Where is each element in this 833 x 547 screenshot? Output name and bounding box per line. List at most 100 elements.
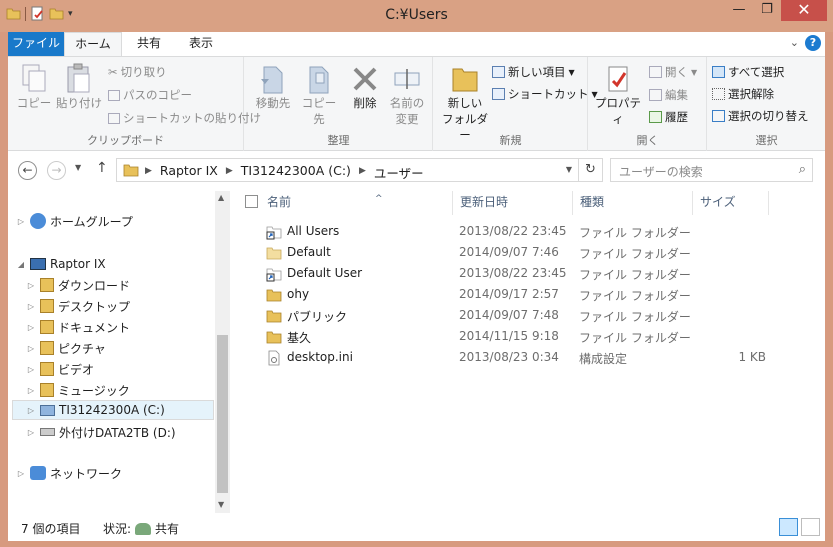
move-to-button[interactable]: 移動先: [251, 63, 295, 111]
nav-item-desktop[interactable]: ▷ デスクトップ: [26, 296, 130, 316]
nav-item-label: 外付けDATA2TB (D:): [59, 425, 176, 440]
column-header-type[interactable]: 種類: [573, 191, 693, 215]
scroll-up-icon[interactable]: ▲: [218, 193, 224, 202]
nav-item-drive-d[interactable]: ▷ 外付けDATA2TB (D:): [26, 422, 176, 442]
address-dropdown-icon[interactable]: ▼: [566, 165, 572, 174]
easy-access-label: ショートカット: [508, 87, 589, 101]
invert-selection-button[interactable]: 選択の切り替え: [712, 108, 809, 124]
chevron-down-icon[interactable]: ⌄: [790, 36, 799, 49]
select-all-checkbox[interactable]: [245, 195, 258, 208]
table-row[interactable]: 基久 2014/11/15 9:18 ファイル フォルダー: [230, 326, 825, 347]
documents-folder-icon: [40, 320, 54, 334]
delete-button[interactable]: 削除: [347, 63, 383, 111]
nav-item-computer[interactable]: ◢ Raptor IX: [16, 254, 106, 274]
file-type: ファイル フォルダー: [579, 289, 691, 303]
breadcrumb-drive[interactable]: TI31242300A (C:): [241, 163, 351, 182]
nav-item-documents[interactable]: ▷ ドキュメント: [26, 317, 130, 337]
properties-icon: [608, 66, 628, 92]
window-title: C:¥Users: [385, 7, 448, 23]
share-status: 状況: 共有: [103, 520, 179, 537]
open-button[interactable]: 開く ▼: [649, 64, 697, 80]
expand-arrow-icon[interactable]: ▷: [16, 469, 26, 478]
expand-arrow-icon[interactable]: ▷: [26, 386, 36, 395]
new-folder-button[interactable]: 新しい フォルダー: [440, 63, 490, 143]
column-header-date[interactable]: 更新日時: [453, 191, 573, 215]
collapse-arrow-icon[interactable]: ◢: [16, 260, 26, 269]
rename-button[interactable]: 名前の 変更: [387, 63, 427, 127]
breadcrumb-separator[interactable]: ▶: [226, 163, 233, 182]
breadcrumb-users[interactable]: ユーザー: [374, 163, 424, 182]
copy-button[interactable]: コピー: [16, 63, 52, 111]
back-button[interactable]: ←: [18, 161, 37, 180]
table-row[interactable]: desktop.ini 2013/08/23 0:34 構成設定 1 KB: [230, 347, 825, 368]
nav-item-pictures[interactable]: ▷ ピクチャ: [26, 338, 106, 358]
nav-item-videos[interactable]: ▷ ビデオ: [26, 359, 94, 379]
edit-icon: [649, 89, 662, 101]
copy-path-button[interactable]: パスのコピー: [108, 87, 192, 103]
breadcrumb-separator[interactable]: ▶: [359, 163, 366, 182]
open-icon: [649, 66, 662, 78]
expand-arrow-icon[interactable]: ▷: [26, 344, 36, 353]
tab-home[interactable]: ホーム: [64, 32, 122, 57]
details-view-icon[interactable]: [779, 518, 798, 536]
tab-view[interactable]: 表示: [178, 32, 224, 56]
new-group: 新しい フォルダー 新しい項目 ▼ ショートカット ▼ 新規: [434, 57, 598, 151]
copy-to-button[interactable]: コピー先: [297, 63, 341, 127]
file-list: 名前 ^ 更新日時 種類 サイズ All Users 2013/08/22 23…: [230, 191, 825, 513]
address-box[interactable]: ▶ Raptor IX ▶ TI31242300A (C:) ▶ ユーザー ▼ …: [116, 158, 603, 182]
scissors-icon: ✂: [108, 65, 118, 79]
column-header-name[interactable]: 名前 ^: [260, 191, 453, 215]
table-row[interactable]: All Users 2013/08/22 23:45 ファイル フォルダー: [230, 221, 825, 242]
search-icon[interactable]: ⌕: [799, 162, 806, 177]
column-header-size[interactable]: サイズ: [693, 191, 769, 215]
expand-arrow-icon[interactable]: ▷: [26, 323, 36, 332]
refresh-icon[interactable]: ↻: [578, 159, 602, 181]
paste-button[interactable]: 貼り付け: [56, 63, 102, 111]
table-row[interactable]: Default User 2013/08/22 23:45 ファイル フォルダー: [230, 263, 825, 284]
properties-button[interactable]: プロパティ: [593, 63, 643, 127]
scroll-down-icon[interactable]: ▼: [218, 500, 224, 509]
nav-item-label: ダウンロード: [58, 278, 131, 293]
forward-button[interactable]: →: [47, 161, 66, 180]
nav-item-network[interactable]: ▷ ネットワーク: [16, 463, 122, 483]
expand-arrow-icon[interactable]: ▷: [26, 281, 36, 290]
large-icons-view-icon[interactable]: [801, 518, 820, 536]
nav-item-music[interactable]: ▷ ミュージック: [26, 380, 130, 400]
select-none-button[interactable]: 選択解除: [712, 86, 774, 102]
close-icon[interactable]: ✕: [781, 0, 827, 21]
recent-locations-icon[interactable]: ▼: [75, 163, 81, 172]
tab-share[interactable]: 共有: [126, 32, 172, 56]
help-icon[interactable]: ?: [805, 35, 821, 51]
table-row[interactable]: Default 2014/09/07 7:46 ファイル フォルダー: [230, 242, 825, 263]
cut-button[interactable]: ✂ 切り取り: [108, 64, 167, 80]
nav-scrollbar[interactable]: ▲ ▼: [215, 191, 230, 513]
shortcut-folder-icon: [266, 226, 282, 240]
expand-arrow-icon[interactable]: ▷: [26, 302, 36, 311]
nav-item-homegroup[interactable]: ▷ ホームグループ: [16, 211, 133, 231]
breadcrumb-computer[interactable]: Raptor IX: [160, 163, 218, 182]
new-item-button[interactable]: 新しい項目 ▼: [492, 64, 575, 80]
easy-access-button[interactable]: ショートカット ▼: [492, 86, 598, 102]
history-button[interactable]: 履歴: [649, 109, 688, 125]
scrollbar-thumb[interactable]: [217, 335, 228, 493]
select-all-button[interactable]: すべて選択: [712, 64, 784, 80]
maximize-icon[interactable]: ❐: [753, 0, 781, 21]
select-none-label: 選択解除: [728, 87, 774, 101]
expand-arrow-icon[interactable]: ▷: [26, 428, 36, 437]
minimize-icon[interactable]: —: [725, 0, 753, 21]
new-item-icon: [492, 66, 505, 78]
expand-arrow-icon[interactable]: ▷: [26, 365, 36, 374]
edit-button[interactable]: 編集: [649, 87, 688, 103]
expand-arrow-icon[interactable]: ▷: [16, 217, 26, 226]
copy-path-icon: [108, 89, 120, 101]
breadcrumb-separator[interactable]: ▶: [145, 163, 152, 182]
paste-shortcut-button[interactable]: ショートカットの貼り付け: [108, 110, 261, 126]
table-row[interactable]: ohy 2014/09/17 2:57 ファイル フォルダー: [230, 284, 825, 305]
search-input[interactable]: ユーザーの検索 ⌕: [610, 158, 813, 182]
nav-item-drive-c[interactable]: ▷ TI31242300A (C:): [12, 400, 214, 420]
up-arrow-icon[interactable]: ↑: [96, 160, 108, 176]
tab-file[interactable]: ファイル: [8, 32, 64, 56]
nav-item-downloads[interactable]: ▷ ダウンロード: [26, 275, 130, 295]
table-row[interactable]: パブリック 2014/09/07 7:48 ファイル フォルダー: [230, 305, 825, 326]
expand-arrow-icon[interactable]: ▷: [26, 406, 36, 415]
